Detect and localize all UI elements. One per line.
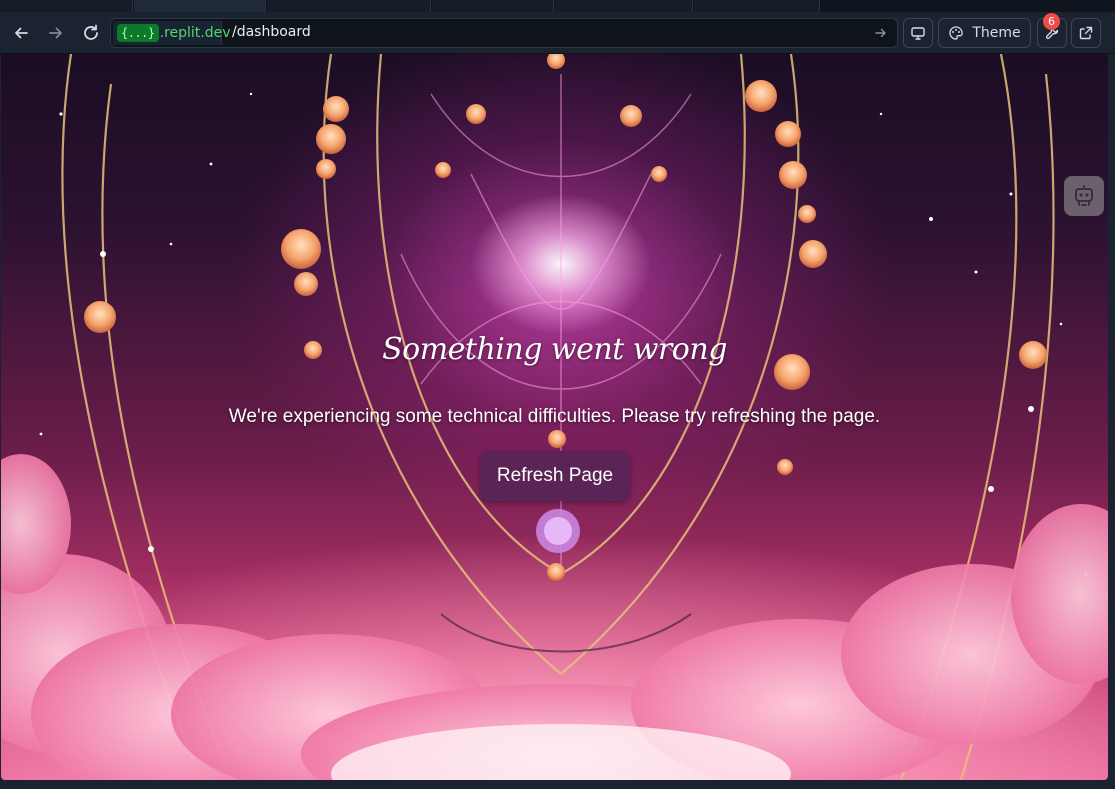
palette-icon	[949, 26, 963, 40]
error-title: Something went wrong	[382, 332, 727, 367]
refresh-page-button[interactable]: Refresh Page	[480, 451, 630, 501]
reload-button[interactable]	[77, 19, 105, 47]
forward-arrow-icon	[49, 27, 62, 39]
forward-button[interactable]	[42, 19, 70, 47]
theme-button[interactable]: Theme	[938, 18, 1031, 48]
side-widget-button[interactable]	[1064, 176, 1104, 216]
tab-active[interactable]	[134, 0, 266, 12]
browser-toolbar: {...} .replit.dev /dashboard Theme 6	[0, 12, 1115, 54]
notification-badge: 6	[1043, 13, 1060, 30]
reload-icon	[84, 24, 98, 40]
tab-strip	[0, 0, 1115, 12]
external-link-icon	[1079, 26, 1093, 40]
url-path[interactable]: /dashboard	[232, 24, 311, 40]
address-bar[interactable]: {...} .replit.dev /dashboard	[110, 18, 898, 48]
tab[interactable]	[0, 0, 133, 12]
window-bottom-edge	[0, 780, 1115, 789]
device-button[interactable]	[903, 18, 933, 48]
back-arrow-icon	[15, 27, 28, 39]
back-button[interactable]	[7, 19, 35, 47]
tab[interactable]	[267, 0, 431, 12]
tab[interactable]	[555, 0, 693, 12]
error-message: We're experiencing some technical diffic…	[228, 406, 881, 427]
error-panel: Something went wrong We're experiencing …	[1, 54, 1108, 780]
tab[interactable]	[694, 0, 820, 12]
browser-window: {...} .replit.dev /dashboard Theme 6 Som…	[0, 0, 1115, 789]
domain-badge: {...}	[117, 24, 159, 42]
tools-button[interactable]: 6	[1037, 13, 1067, 48]
theme-label: Theme	[972, 25, 1021, 41]
domain-text: .replit.dev	[159, 25, 231, 41]
open-external-button[interactable]	[1071, 18, 1101, 48]
monitor-icon	[911, 27, 925, 40]
page-viewport: Something went wrong We're experiencing …	[1, 54, 1108, 780]
tab[interactable]	[432, 0, 554, 12]
go-arrow-icon[interactable]	[873, 25, 889, 45]
robot-icon	[1075, 185, 1093, 206]
url-domain: {...} .replit.dev	[113, 21, 231, 45]
